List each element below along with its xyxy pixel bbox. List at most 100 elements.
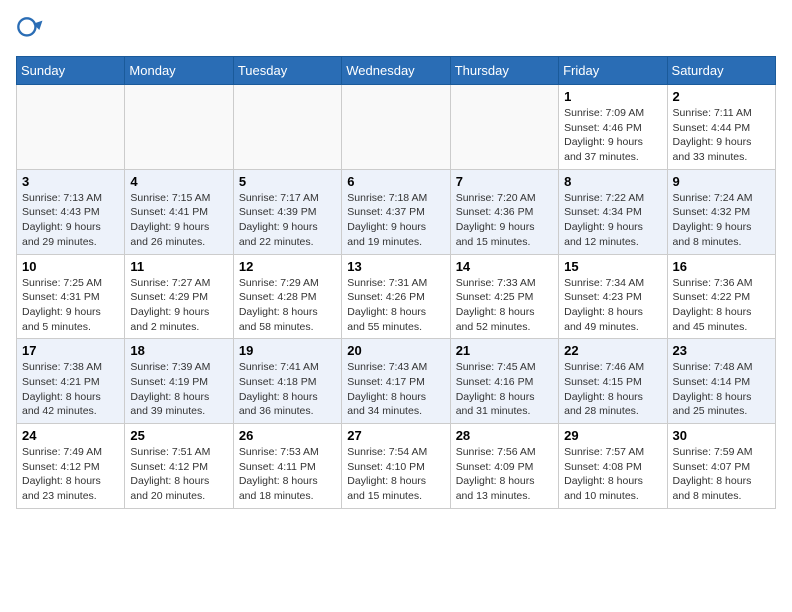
calendar-day-cell: 13 Sunrise: 7:31 AM Sunset: 4:26 PM Dayli…: [342, 254, 450, 339]
calendar-day-cell: 8Sunrise: 7:22 AM Sunset: 4:34 PM Daylig…: [559, 169, 667, 254]
day-number: 30: [673, 428, 770, 443]
day-number: 6: [347, 174, 444, 189]
day-number: 17: [22, 343, 119, 358]
calendar-week-row: 17 Sunrise: 7:38 AM Sunset: 4:21 PM Dayli…: [17, 339, 776, 424]
day-number: 27: [347, 428, 444, 443]
calendar-day-header: Friday: [559, 57, 667, 85]
calendar-body: 1 Sunrise: 7:09 AM Sunset: 4:46 PM Daylig…: [17, 85, 776, 509]
day-number: 19: [239, 343, 336, 358]
day-info: Sunrise: 7:31 AM Sunset: 4:26 PM Dayligh…: [347, 276, 444, 335]
calendar-day-cell: 4 Sunrise: 7:15 AM Sunset: 4:41 PM Daylig…: [125, 169, 233, 254]
logo: [16, 16, 48, 44]
calendar-day-cell: 30 Sunrise: 7:59 AM Sunset: 4:07 PM Dayli…: [667, 424, 775, 509]
day-number: 1: [564, 89, 661, 104]
calendar-day-header: Tuesday: [233, 57, 341, 85]
day-number: 4: [130, 174, 227, 189]
day-number: 28: [456, 428, 553, 443]
day-info: Sunrise: 7:24 AM Sunset: 4:32 PM Dayligh…: [673, 191, 770, 250]
day-number: 16: [673, 259, 770, 274]
calendar-day-cell: 16 Sunrise: 7:36 AM Sunset: 4:22 PM Dayli…: [667, 254, 775, 339]
day-number: 21: [456, 343, 553, 358]
calendar-day-cell: 12 Sunrise: 7:29 AM Sunset: 4:28 PM Dayli…: [233, 254, 341, 339]
calendar-day-cell: 29 Sunrise: 7:57 AM Sunset: 4:08 PM Dayli…: [559, 424, 667, 509]
calendar-day-cell: [450, 85, 558, 170]
day-info: Sunrise: 7:29 AM Sunset: 4:28 PM Dayligh…: [239, 276, 336, 335]
calendar-day-cell: 19Sunrise: 7:41 AM Sunset: 4:18 PM Dayli…: [233, 339, 341, 424]
day-info: Sunrise: 7:36 AM Sunset: 4:22 PM Dayligh…: [673, 276, 770, 335]
page-header: [16, 16, 776, 44]
calendar-day-header: Wednesday: [342, 57, 450, 85]
calendar-day-cell: 26 Sunrise: 7:53 AM Sunset: 4:11 PM Dayli…: [233, 424, 341, 509]
day-number: 22: [564, 343, 661, 358]
calendar-day-cell: 22Sunrise: 7:46 AM Sunset: 4:15 PM Dayli…: [559, 339, 667, 424]
day-number: 23: [673, 343, 770, 358]
day-info: Sunrise: 7:48 AM Sunset: 4:14 PM Dayligh…: [673, 360, 770, 419]
calendar-day-header: Thursday: [450, 57, 558, 85]
calendar-day-cell: 27 Sunrise: 7:54 AM Sunset: 4:10 PM Dayli…: [342, 424, 450, 509]
day-info: Sunrise: 7:25 AM Sunset: 4:31 PM Dayligh…: [22, 276, 119, 335]
day-info: Sunrise: 7:27 AM Sunset: 4:29 PM Dayligh…: [130, 276, 227, 335]
day-info: Sunrise: 7:20 AM Sunset: 4:36 PM Dayligh…: [456, 191, 553, 250]
calendar-day-cell: 9 Sunrise: 7:24 AM Sunset: 4:32 PM Daylig…: [667, 169, 775, 254]
calendar-day-cell: 10Sunrise: 7:25 AM Sunset: 4:31 PM Dayli…: [17, 254, 125, 339]
calendar-day-cell: 2 Sunrise: 7:11 AM Sunset: 4:44 PM Daylig…: [667, 85, 775, 170]
calendar-day-header: Saturday: [667, 57, 775, 85]
day-number: 9: [673, 174, 770, 189]
day-number: 5: [239, 174, 336, 189]
calendar-week-row: 1 Sunrise: 7:09 AM Sunset: 4:46 PM Daylig…: [17, 85, 776, 170]
calendar-day-cell: [342, 85, 450, 170]
day-info: Sunrise: 7:43 AM Sunset: 4:17 PM Dayligh…: [347, 360, 444, 419]
day-info: Sunrise: 7:56 AM Sunset: 4:09 PM Dayligh…: [456, 445, 553, 504]
logo-icon: [16, 16, 44, 44]
day-info: Sunrise: 7:53 AM Sunset: 4:11 PM Dayligh…: [239, 445, 336, 504]
day-info: Sunrise: 7:09 AM Sunset: 4:46 PM Dayligh…: [564, 106, 661, 165]
day-info: Sunrise: 7:59 AM Sunset: 4:07 PM Dayligh…: [673, 445, 770, 504]
calendar-day-cell: 15Sunrise: 7:34 AM Sunset: 4:23 PM Dayli…: [559, 254, 667, 339]
day-number: 14: [456, 259, 553, 274]
calendar-day-cell: [17, 85, 125, 170]
day-number: 24: [22, 428, 119, 443]
calendar-day-header: Monday: [125, 57, 233, 85]
day-number: 18: [130, 343, 227, 358]
day-info: Sunrise: 7:13 AM Sunset: 4:43 PM Dayligh…: [22, 191, 119, 250]
day-number: 29: [564, 428, 661, 443]
day-info: Sunrise: 7:33 AM Sunset: 4:25 PM Dayligh…: [456, 276, 553, 335]
day-number: 12: [239, 259, 336, 274]
calendar-table: SundayMondayTuesdayWednesdayThursdayFrid…: [16, 56, 776, 509]
day-info: Sunrise: 7:57 AM Sunset: 4:08 PM Dayligh…: [564, 445, 661, 504]
calendar-day-cell: 17 Sunrise: 7:38 AM Sunset: 4:21 PM Dayli…: [17, 339, 125, 424]
calendar-day-cell: 20 Sunrise: 7:43 AM Sunset: 4:17 PM Dayli…: [342, 339, 450, 424]
calendar-day-cell: [233, 85, 341, 170]
day-info: Sunrise: 7:11 AM Sunset: 4:44 PM Dayligh…: [673, 106, 770, 165]
calendar-day-cell: 1 Sunrise: 7:09 AM Sunset: 4:46 PM Daylig…: [559, 85, 667, 170]
day-info: Sunrise: 7:45 AM Sunset: 4:16 PM Dayligh…: [456, 360, 553, 419]
day-info: Sunrise: 7:34 AM Sunset: 4:23 PM Dayligh…: [564, 276, 661, 335]
day-number: 7: [456, 174, 553, 189]
day-info: Sunrise: 7:51 AM Sunset: 4:12 PM Dayligh…: [130, 445, 227, 504]
calendar-day-cell: 25Sunrise: 7:51 AM Sunset: 4:12 PM Dayli…: [125, 424, 233, 509]
day-info: Sunrise: 7:54 AM Sunset: 4:10 PM Dayligh…: [347, 445, 444, 504]
calendar-day-cell: [125, 85, 233, 170]
day-number: 13: [347, 259, 444, 274]
calendar-day-cell: 24Sunrise: 7:49 AM Sunset: 4:12 PM Dayli…: [17, 424, 125, 509]
calendar-day-cell: 3 Sunrise: 7:13 AM Sunset: 4:43 PM Daylig…: [17, 169, 125, 254]
calendar-day-cell: 11Sunrise: 7:27 AM Sunset: 4:29 PM Dayli…: [125, 254, 233, 339]
calendar-day-cell: 23 Sunrise: 7:48 AM Sunset: 4:14 PM Dayli…: [667, 339, 775, 424]
day-info: Sunrise: 7:15 AM Sunset: 4:41 PM Dayligh…: [130, 191, 227, 250]
day-info: Sunrise: 7:18 AM Sunset: 4:37 PM Dayligh…: [347, 191, 444, 250]
day-number: 20: [347, 343, 444, 358]
calendar-day-cell: 18Sunrise: 7:39 AM Sunset: 4:19 PM Dayli…: [125, 339, 233, 424]
calendar-week-row: 3 Sunrise: 7:13 AM Sunset: 4:43 PM Daylig…: [17, 169, 776, 254]
calendar-day-header: Sunday: [17, 57, 125, 85]
calendar-day-cell: 21 Sunrise: 7:45 AM Sunset: 4:16 PM Dayli…: [450, 339, 558, 424]
day-info: Sunrise: 7:38 AM Sunset: 4:21 PM Dayligh…: [22, 360, 119, 419]
calendar-day-cell: 6 Sunrise: 7:18 AM Sunset: 4:37 PM Daylig…: [342, 169, 450, 254]
day-number: 8: [564, 174, 661, 189]
calendar-header-row: SundayMondayTuesdayWednesdayThursdayFrid…: [17, 57, 776, 85]
day-number: 26: [239, 428, 336, 443]
day-number: 3: [22, 174, 119, 189]
calendar-day-cell: 7 Sunrise: 7:20 AM Sunset: 4:36 PM Daylig…: [450, 169, 558, 254]
calendar-day-cell: 5Sunrise: 7:17 AM Sunset: 4:39 PM Daylig…: [233, 169, 341, 254]
day-number: 2: [673, 89, 770, 104]
calendar-day-cell: 28 Sunrise: 7:56 AM Sunset: 4:09 PM Dayli…: [450, 424, 558, 509]
